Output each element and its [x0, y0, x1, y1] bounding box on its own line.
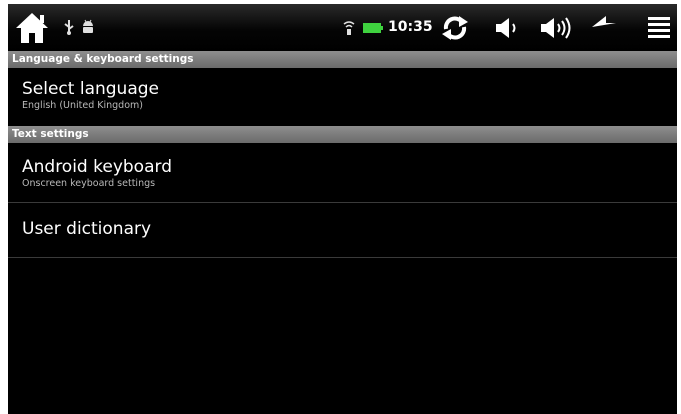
item-title: Select language [22, 79, 159, 99]
wifi-signal-icon [342, 19, 356, 37]
list-item-user-dictionary[interactable]: User dictionary [8, 203, 677, 257]
status-clock: 10:35 [388, 19, 433, 35]
item-summary: English (United Kingdom) [22, 100, 143, 111]
status-bar: 10:35 [8, 4, 677, 51]
item-title: Android keyboard [22, 157, 172, 177]
section-header-text-settings: Text settings [8, 126, 677, 143]
rotate-refresh-icon[interactable] [438, 12, 472, 44]
menu-icon[interactable] [644, 12, 674, 42]
volume-down-icon[interactable] [490, 13, 524, 43]
item-summary: Onscreen keyboard settings [22, 178, 156, 189]
home-icon[interactable] [12, 8, 52, 48]
section-header-language-keyboard: Language & keyboard settings [8, 51, 677, 68]
back-arrow-icon[interactable] [588, 12, 634, 44]
usb-icon [62, 18, 76, 36]
volume-up-icon[interactable] [536, 13, 576, 43]
item-title: User dictionary [22, 219, 152, 239]
list-item-android-keyboard[interactable]: Android keyboard Onscreen keyboard setti… [8, 143, 677, 202]
list-item-select-language[interactable]: Select language English (United Kingdom) [8, 68, 677, 125]
device-screen: 10:35 Language & keyboard settings Selec… [8, 4, 677, 414]
battery-icon [362, 22, 384, 34]
android-debug-icon [80, 18, 96, 36]
list-divider [8, 257, 677, 258]
